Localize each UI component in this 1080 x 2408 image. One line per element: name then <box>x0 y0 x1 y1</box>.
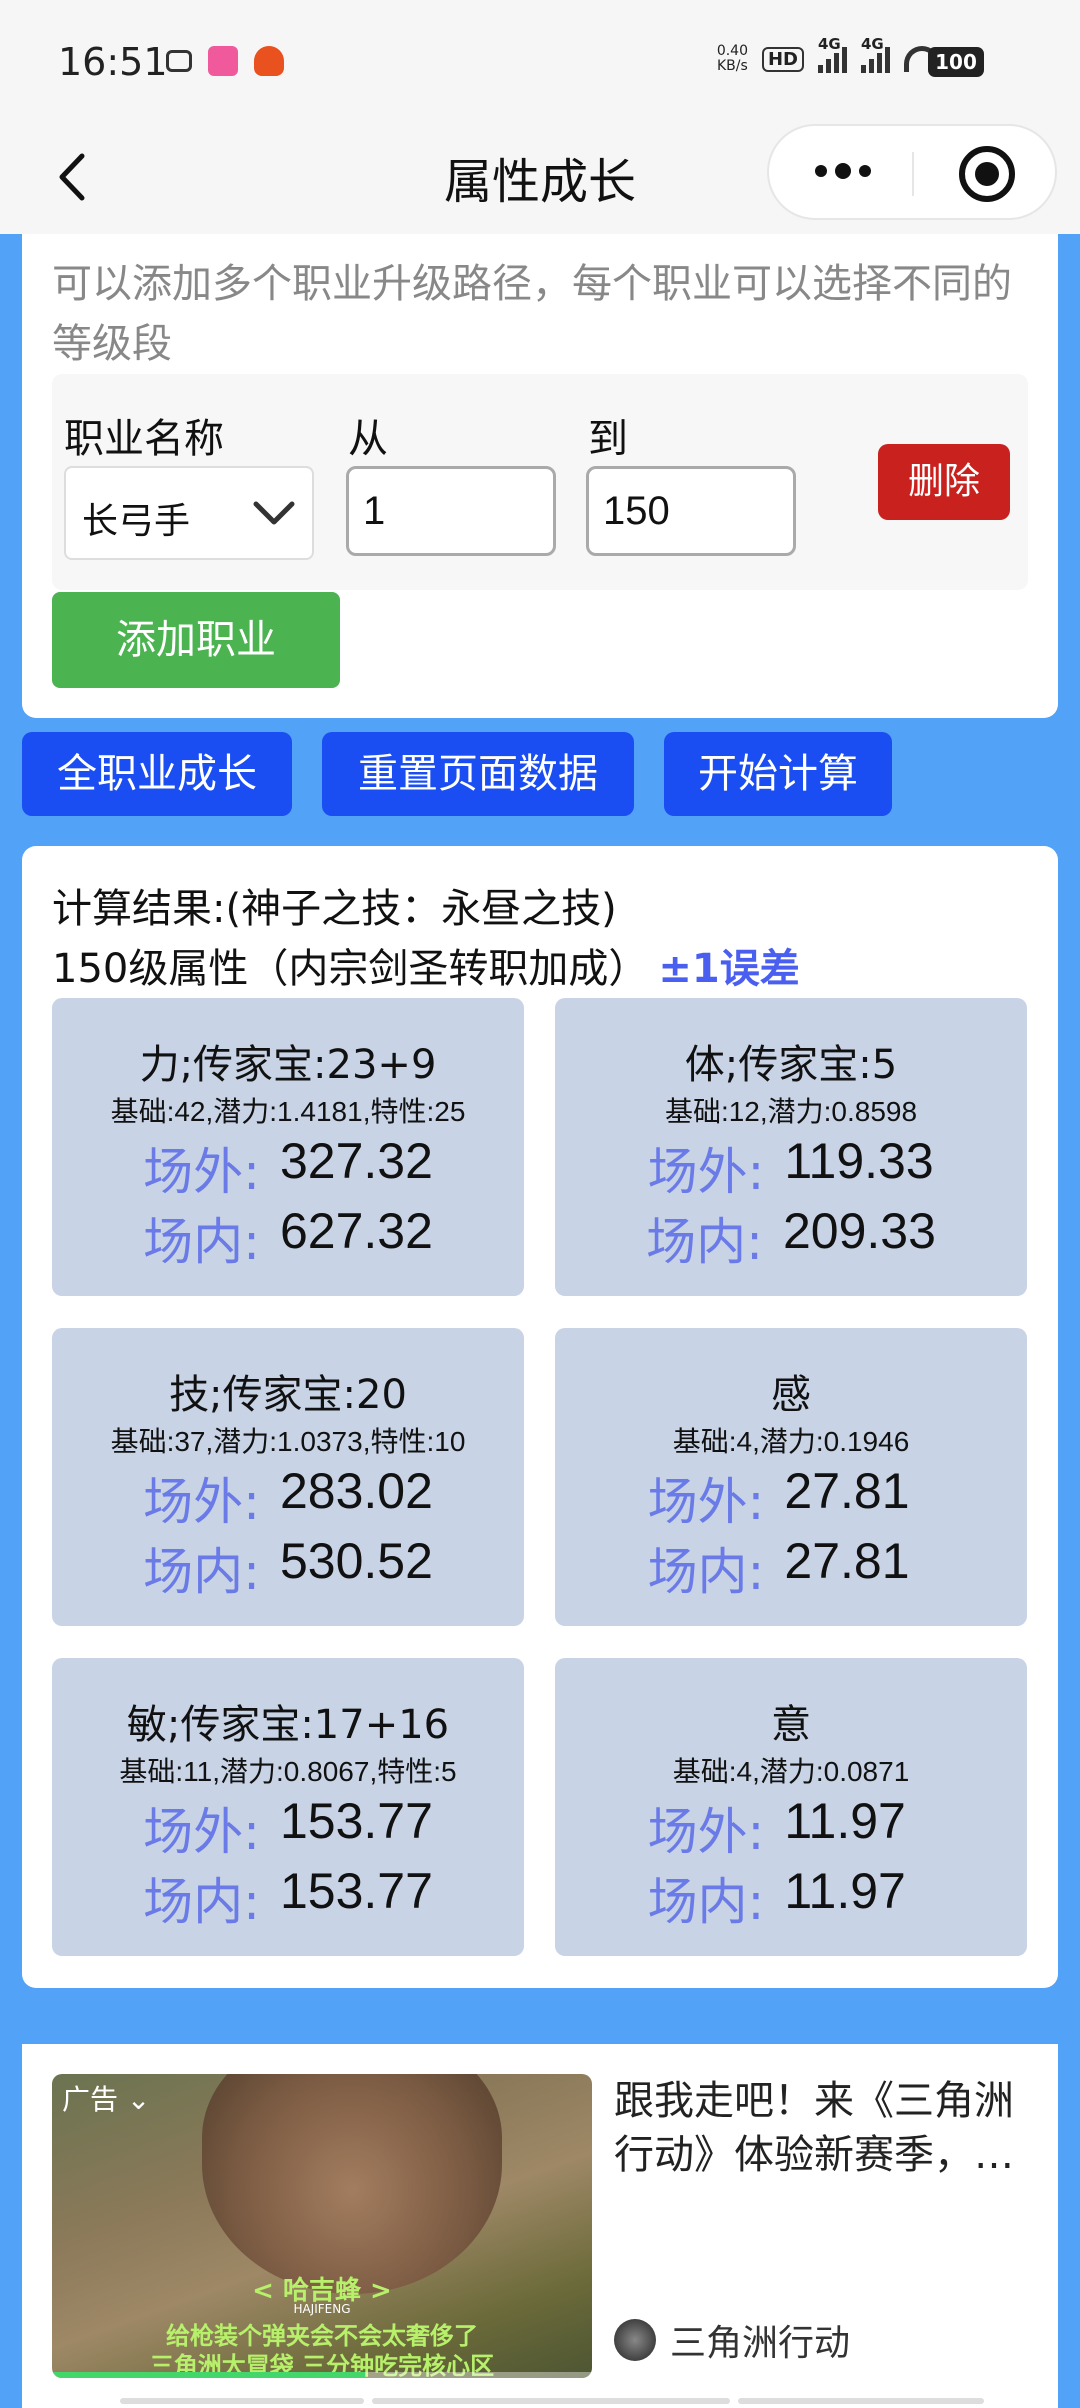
stat-card-skill: 技;传家宝:20 基础:37,潜力:1.0373,特性:10 场外: 283.02… <box>52 1328 524 1626</box>
inside-label: 场内: <box>647 1873 765 1931</box>
job-select-value: 长弓手 <box>82 501 191 542</box>
config-tip: 可以添加多个职业升级路径，每个职业可以选择不同的等级段 <box>52 261 1012 367</box>
ad-source[interactable]: 三角洲行动 <box>614 2314 850 2366</box>
job-config-card: 可以添加多个职业升级路径，每个职业可以选择不同的等级段 职业名称 从 到 长弓手… <box>22 234 1058 718</box>
ad-video-progress <box>52 2372 592 2378</box>
inside-value: 27.81 <box>784 1533 910 1589</box>
more-icon[interactable] <box>813 156 873 186</box>
navigation-bar: 属性成长 <box>0 124 1080 234</box>
stat-base: 基础:11,潜力:0.8067,特性:5 <box>119 1756 457 1787</box>
result-card: 计算结果:(神子之技：永昼之技) 150级属性（内宗剑圣转职加成） ±1误差 力;… <box>22 846 1058 1988</box>
inside-label: 场内: <box>143 1543 260 1601</box>
outside-label: 场外: <box>143 1473 260 1531</box>
status-bar: 16:51 0.40 KB/s HD 4G 4G 100 <box>0 0 1080 124</box>
inside-value: 530.52 <box>279 1533 433 1589</box>
ad-source-name: 三角洲行动 <box>670 2323 851 2364</box>
pink-app-icon <box>208 46 238 76</box>
outside-label: 场外: <box>647 1473 765 1531</box>
outside-value: 283.02 <box>279 1463 433 1519</box>
stat-card-agility: 敏;传家宝:17+16 基础:11,潜力:0.8067,特性:5 场外: 153.… <box>52 1658 524 1956</box>
signal-icon: 4G <box>818 35 847 73</box>
inside-value: 11.97 <box>784 1863 906 1919</box>
inside-label: 场内: <box>647 1543 765 1601</box>
stat-base: 基础:4,潜力:0.1946 <box>672 1426 910 1457</box>
mini-program-capsule <box>767 124 1057 220</box>
stat-name: 敏;传家宝:17+16 <box>126 1702 450 1748</box>
stat-name: 体;传家宝:5 <box>684 1042 898 1088</box>
stat-card-will: 意 基础:4,潜力:0.0871 场外: 11.97 场内: 11.97 <box>555 1658 1027 1956</box>
status-right-icons: 0.40 KB/s HD 4G 4G <box>716 35 940 74</box>
delete-button[interactable]: 删除 <box>878 444 1010 520</box>
inside-value: 209.33 <box>782 1203 936 1259</box>
outside-label: 场外: <box>647 1143 765 1201</box>
to-level-input[interactable]: 150 <box>586 466 796 556</box>
add-job-button[interactable]: 添加职业 <box>52 592 340 688</box>
status-time: 16:51 <box>58 40 168 84</box>
ad-tag[interactable]: 广告 ⌄ <box>62 2078 150 2118</box>
tv-app-icon <box>166 50 192 72</box>
stat-name: 技;传家宝:20 <box>169 1372 407 1418</box>
start-calculate-button[interactable]: 开始计算 <box>664 732 892 816</box>
stat-base: 基础:42,潜力:1.4181,特性:25 <box>110 1096 466 1127</box>
game-app-icon <box>254 46 284 76</box>
stat-card-constitution: 体;传家宝:5 基础:12,潜力:0.8598 场外: 119.33 场内: 209… <box>555 998 1027 1296</box>
avatar <box>614 2319 656 2361</box>
reset-page-button[interactable]: 重置页面数据 <box>322 732 634 816</box>
outside-label: 场外: <box>647 1803 765 1861</box>
from-level-input[interactable]: 1 <box>346 466 556 556</box>
outside-value: 119.33 <box>784 1133 934 1189</box>
stat-base: 基础:37,潜力:1.0373,特性:10 <box>110 1426 466 1457</box>
inside-label: 场内: <box>143 1873 260 1931</box>
status-notification-icons <box>166 46 284 76</box>
carousel-indicator <box>372 2398 730 2404</box>
all-job-growth-button[interactable]: 全职业成长 <box>22 732 292 816</box>
job-row: 职业名称 从 到 长弓手 1 150 删除 <box>52 374 1028 590</box>
inside-label: 场内: <box>143 1213 260 1271</box>
chevron-down-icon <box>253 501 295 525</box>
outside-value: 327.32 <box>279 1133 433 1189</box>
stat-name: 力;传家宝:23+9 <box>139 1042 437 1088</box>
carousel-indicator <box>738 2398 984 2404</box>
inside-value: 153.77 <box>279 1863 433 1919</box>
network-speed: 0.40 KB/s <box>716 43 748 74</box>
result-title: 计算结果:(神子之技：永昼之技) <box>52 886 617 932</box>
stat-card-perception: 感 基础:4,潜力:0.1946 场外: 27.81 场内: 27.81 <box>555 1328 1027 1626</box>
outside-label: 场外: <box>143 1143 260 1201</box>
result-subtitle: 150级属性（内宗剑圣转职加成） ±1误差 <box>52 946 800 992</box>
hd-icon: HD <box>761 46 804 72</box>
capsule-divider <box>912 152 914 196</box>
stat-base: 基础:4,潜力:0.0871 <box>672 1756 910 1787</box>
signal-icon-2: 4G <box>861 35 890 73</box>
stat-name: 意 <box>771 1702 811 1748</box>
stat-card-strength: 力;传家宝:23+9 基础:42,潜力:1.4181,特性:25 场外: 327.… <box>52 998 524 1296</box>
action-buttons: 全职业成长 重置页面数据 开始计算 <box>22 732 1062 816</box>
from-label: 从 <box>348 416 388 462</box>
outside-value: 27.81 <box>784 1463 910 1519</box>
outside-label: 场外: <box>143 1803 260 1861</box>
error-note: ±1误差 <box>658 946 800 992</box>
carousel-indicator <box>120 2398 364 2404</box>
inside-value: 627.32 <box>279 1203 433 1259</box>
stat-name: 感 <box>771 1372 811 1418</box>
outside-value: 11.97 <box>784 1793 906 1849</box>
inside-label: 场内: <box>646 1213 763 1271</box>
ad-headline[interactable]: 跟我走吧！来《三角洲行动》体验新赛季，… <box>614 2074 1034 2182</box>
job-select[interactable]: 长弓手 <box>64 466 314 560</box>
ad-person-image <box>202 2074 502 2294</box>
battery-icon: 100 <box>928 47 984 77</box>
to-label: 到 <box>588 416 628 462</box>
ad-banner[interactable]: 广告 ⌄ < 哈吉蜂 > HAJIFENG 给枪装个弹夹会不会太奢侈了 三角洲大… <box>22 2044 1058 2408</box>
stat-base: 基础:12,潜力:0.8598 <box>664 1096 918 1127</box>
ad-caption-pinyin: HAJIFENG <box>293 2302 351 2316</box>
job-name-label: 职业名称 <box>64 416 224 462</box>
close-target-icon[interactable] <box>959 146 1015 202</box>
outside-value: 153.77 <box>279 1793 433 1849</box>
ad-video-thumbnail[interactable]: 广告 ⌄ < 哈吉蜂 > HAJIFENG 给枪装个弹夹会不会太奢侈了 三角洲大… <box>52 2074 592 2378</box>
